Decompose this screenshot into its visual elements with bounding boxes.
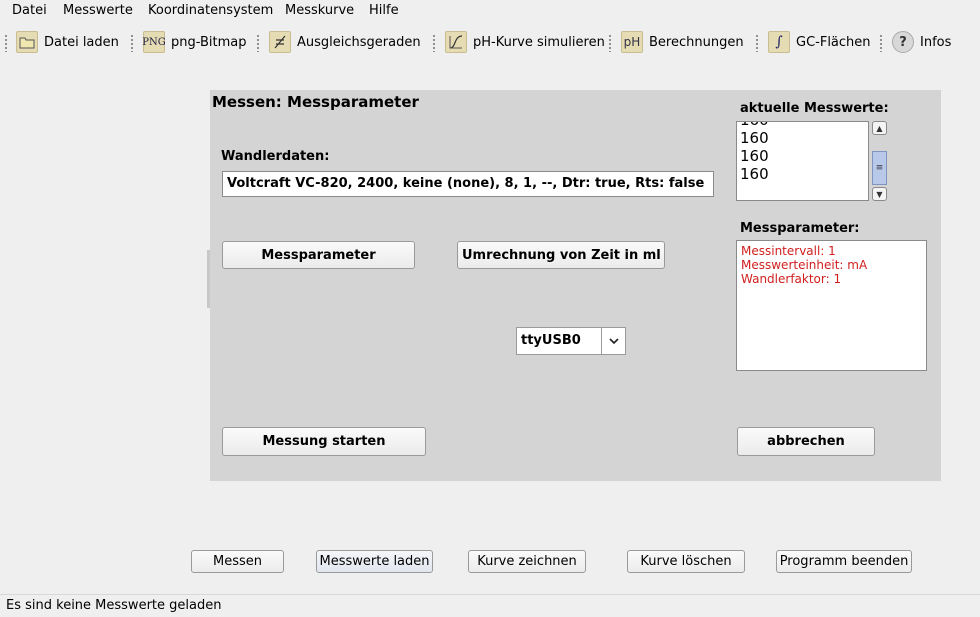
menubar: Datei Messwerte Koordinatensystem Messku… (0, 0, 980, 22)
start-measurement-button[interactable]: Messung starten (222, 427, 426, 456)
cancel-button[interactable]: abbrechen (737, 427, 875, 456)
params-textarea[interactable]: Messintervall: 1 Messwerteinheit: mA Wan… (736, 240, 927, 371)
list-item[interactable]: 160 (737, 147, 868, 165)
menu-datei[interactable]: Datei (12, 3, 47, 18)
toolbar-ausgleichsgeraden-button[interactable]: Ausgleichsgeraden (269, 29, 421, 55)
param-line: Wandlerfaktor: 1 (741, 272, 842, 286)
toolbar-datei-laden-button[interactable]: Datei laden (16, 29, 119, 55)
toolbar-grip[interactable] (879, 34, 883, 52)
messen-button[interactable]: Messen (191, 550, 284, 573)
list-item[interactable]: 160 (737, 129, 868, 147)
menu-koordinatensystem[interactable]: Koordinatensystem (148, 3, 273, 18)
help-icon: ? (892, 31, 914, 53)
conversion-button[interactable]: Umrechnung von Zeit in ml (457, 241, 665, 269)
programm-beenden-button[interactable]: Programm beenden (776, 550, 912, 573)
param-line: Messwerteinheit: mA (741, 258, 868, 272)
toolbar-ph-kurve-button[interactable]: pH-Kurve simulieren (445, 29, 605, 55)
toolbar-grip[interactable] (256, 34, 260, 52)
toolbar-png-bitmap-label: png-Bitmap (171, 34, 247, 50)
png-icon: PNG (142, 31, 166, 53)
toolbar-grip[interactable] (130, 34, 134, 52)
toolbar-grip[interactable] (4, 34, 8, 52)
values-scrollbar[interactable]: ▲ ≡ ▼ (872, 121, 887, 201)
ph-curve-icon (445, 31, 467, 53)
statusbar: Es sind keine Messwerte geladen (0, 594, 980, 617)
menu-messwerte[interactable]: Messwerte (63, 3, 133, 18)
port-select[interactable]: ttyUSB0 (516, 327, 626, 355)
select-divider (601, 328, 602, 354)
chevron-down-icon (607, 332, 621, 354)
list-item[interactable]: 160 (737, 165, 868, 183)
folder-icon (16, 31, 38, 53)
current-values-label: aktuelle Messwerte: (740, 101, 889, 116)
toolbar-gc-flaechen-button[interactable]: ∫ GC-Flächen (768, 29, 871, 55)
toolbar-grip[interactable] (755, 34, 759, 52)
menu-messkurve[interactable]: Messkurve (285, 3, 354, 18)
toolbar-grip[interactable] (608, 34, 612, 52)
menu-hilfe[interactable]: Hilfe (369, 3, 399, 18)
toolbar: Datei laden PNG png-Bitmap Ausgleichsger… (0, 24, 980, 60)
panel-title: Messen: Messparameter (212, 93, 419, 111)
current-values-list[interactable]: 160 160 160 160 (736, 121, 869, 201)
converter-field[interactable]: Voltcraft VC-820, 2400, keine (none), 8,… (222, 171, 714, 197)
status-text: Es sind keine Messwerte geladen (6, 598, 222, 613)
kurve-loeschen-button[interactable]: Kurve löschen (627, 550, 745, 573)
toolbar-infos-button[interactable]: ? Infos (892, 29, 951, 55)
converter-label: Wandlerdaten: (221, 149, 330, 164)
toolbar-datei-laden-label: Datei laden (44, 34, 119, 50)
scroll-down-icon[interactable]: ▼ (872, 187, 887, 201)
toolbar-ph-kurve-label: pH-Kurve simulieren (473, 34, 605, 50)
toolbar-infos-label: Infos (920, 34, 952, 50)
toolbar-ausgleichsgeraden-label: Ausgleichsgeraden (297, 34, 421, 50)
scroll-up-icon[interactable]: ▲ (872, 121, 887, 135)
integral-icon: ∫ (768, 31, 790, 53)
ph-icon: pH (621, 31, 643, 53)
list-item[interactable]: 160 (737, 122, 868, 129)
regression-line-icon (269, 31, 291, 53)
scroll-thumb[interactable]: ≡ (872, 151, 887, 185)
port-select-value: ttyUSB0 (521, 333, 581, 348)
kurve-zeichnen-button[interactable]: Kurve zeichnen (468, 550, 586, 573)
toolbar-gc-flaechen-label: GC-Flächen (796, 34, 871, 50)
messparameter-button[interactable]: Messparameter (222, 241, 415, 269)
messwerte-laden-button[interactable]: Messwerte laden (316, 550, 433, 573)
toolbar-grip[interactable] (432, 34, 436, 52)
params-label: Messparameter: (740, 221, 860, 236)
param-line: Messintervall: 1 (741, 244, 836, 258)
toolbar-berechnungen-label: Berechnungen (649, 34, 744, 50)
toolbar-png-bitmap-button[interactable]: PNG png-Bitmap (142, 29, 247, 55)
toolbar-berechnungen-button[interactable]: pH Berechnungen (621, 29, 744, 55)
